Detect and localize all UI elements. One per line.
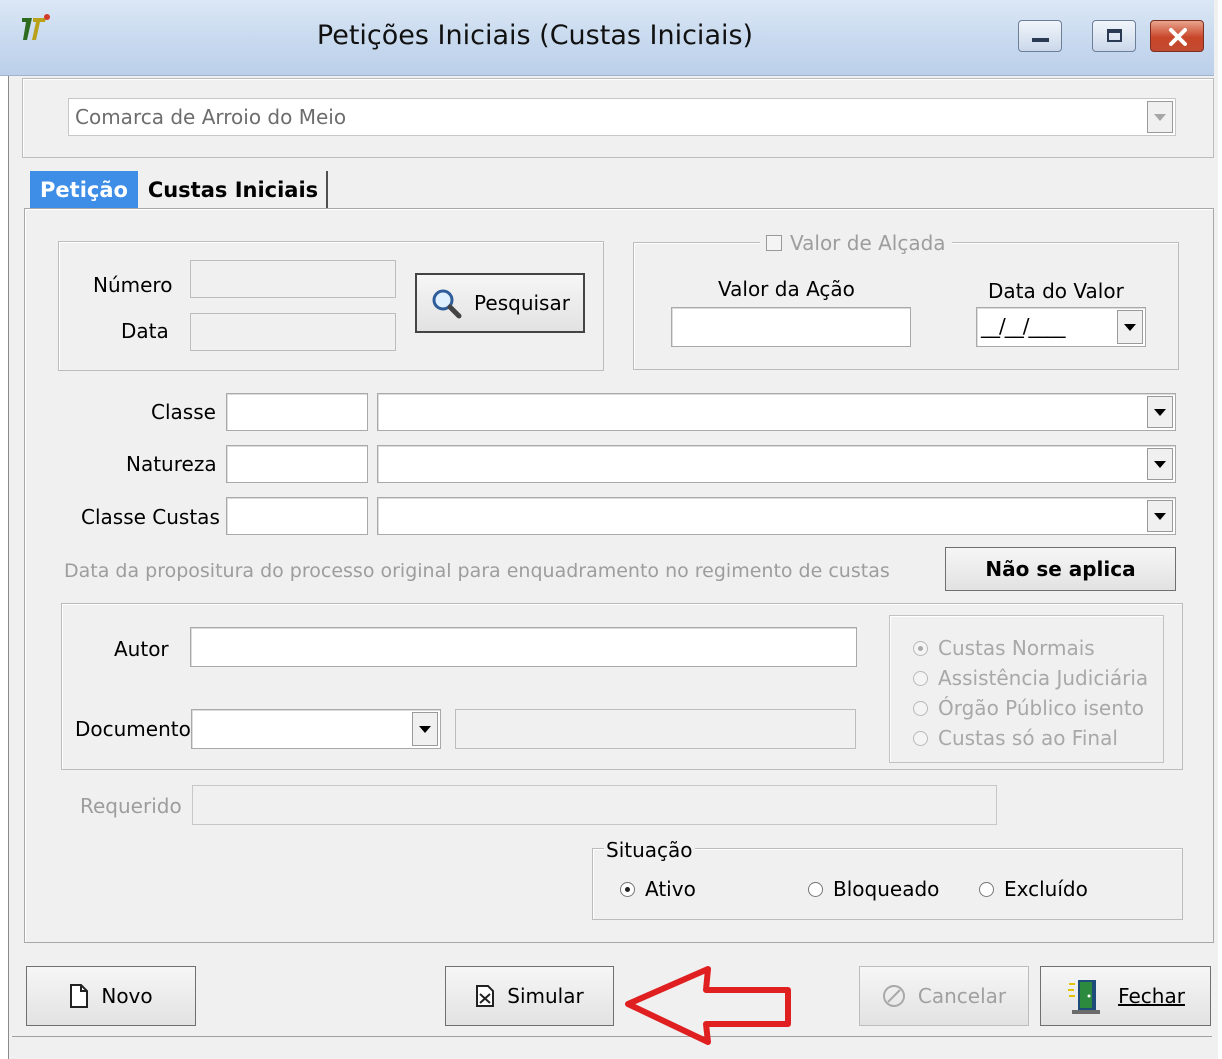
excluido-radio[interactable]: Excluído: [979, 877, 1088, 901]
natureza-label: Natureza: [126, 452, 217, 476]
tab-custas-iniciais[interactable]: Custas Iniciais: [140, 171, 328, 209]
custas-normais-label: Custas Normais: [938, 636, 1095, 660]
valor-alcada-label: Valor de Alçada: [790, 231, 946, 255]
magnifier-icon: [432, 289, 462, 319]
title-bar: Petições Iniciais (Custas Iniciais): [0, 0, 1214, 76]
documento-number-field[interactable]: [455, 709, 856, 749]
classe-dropdown-button[interactable]: [1147, 396, 1173, 428]
bloqueado-radio-dot: [808, 881, 823, 897]
exit-door-icon: [1068, 980, 1101, 1014]
orgao-publico-label: Órgão Público isento: [938, 696, 1144, 720]
data-field[interactable]: [190, 313, 396, 351]
documento-dropdown-button[interactable]: [412, 712, 438, 746]
maximize-button[interactable]: [1092, 20, 1136, 52]
documento-label: Documento: [75, 717, 191, 741]
ativo-radio[interactable]: Ativo: [620, 877, 696, 901]
comarca-select[interactable]: Comarca de Arroio do Meio: [68, 98, 1176, 136]
simulate-icon: [476, 985, 495, 1007]
data-valor-dropdown-button[interactable]: [1117, 310, 1143, 344]
propositura-text: Data da propositura do processo original…: [64, 560, 890, 582]
data-label: Data: [121, 319, 169, 343]
documento-select[interactable]: [191, 709, 441, 749]
situacao-label: Situação: [604, 838, 695, 862]
nao-se-aplica-button[interactable]: Não se aplica: [945, 547, 1176, 591]
classe-select[interactable]: [377, 393, 1176, 431]
close-button[interactable]: [1150, 20, 1204, 52]
data-valor-label: Data do Valor: [988, 279, 1124, 303]
natureza-code-input[interactable]: [226, 445, 368, 483]
custas-normais-radio[interactable]: Custas Normais: [913, 636, 1095, 660]
novo-button[interactable]: Novo: [26, 966, 196, 1026]
assistencia-judiciaria-label: Assistência Judiciária: [938, 666, 1149, 690]
bloqueado-radio[interactable]: Bloqueado: [808, 877, 939, 901]
assistencia-judiciaria-radio-dot: [913, 670, 928, 686]
data-valor-value: __/__/____: [981, 314, 1065, 338]
autor-input[interactable]: [190, 627, 857, 667]
tab-peticao[interactable]: Petição: [30, 171, 138, 209]
simular-label: Simular: [507, 984, 584, 1008]
excluido-radio-dot: [979, 881, 994, 897]
classe-code-input[interactable]: [226, 393, 368, 431]
fechar-label: Fechar: [1118, 984, 1185, 1008]
close-icon: [1169, 28, 1187, 46]
valor-acao-label: Valor da Ação: [718, 277, 855, 301]
custas-ao-final-radio[interactable]: Custas só ao Final: [913, 726, 1118, 750]
fechar-button[interactable]: Fechar: [1040, 966, 1211, 1026]
natureza-select[interactable]: [377, 445, 1176, 483]
custas-normais-radio-dot: [913, 640, 928, 656]
valor-alcada-checkbox-box[interactable]: [766, 235, 782, 251]
simular-button[interactable]: Simular: [445, 966, 614, 1026]
comarca-value: Comarca de Arroio do Meio: [75, 105, 347, 129]
annotation-arrow-icon: [625, 966, 791, 1045]
status-bar: [12, 1036, 1212, 1059]
ativo-label: Ativo: [645, 877, 696, 901]
ativo-radio-dot: [620, 881, 635, 897]
new-document-icon: [70, 984, 89, 1008]
numero-label: Número: [93, 273, 173, 297]
requerido-input[interactable]: [192, 785, 997, 825]
cancel-icon: [882, 985, 905, 1007]
natureza-dropdown-button[interactable]: [1147, 448, 1173, 480]
classe-label: Classe: [151, 400, 216, 424]
window-title: Petições Iniciais (Custas Iniciais): [316, 20, 754, 51]
comarca-dropdown-button[interactable]: [1147, 101, 1173, 133]
valor-acao-input[interactable]: [671, 307, 911, 347]
numero-field[interactable]: [190, 260, 396, 298]
orgao-publico-radio[interactable]: Órgão Público isento: [913, 696, 1144, 720]
classe-custas-dropdown-button[interactable]: [1147, 500, 1173, 532]
requerido-label: Requerido: [80, 794, 182, 818]
classe-custas-select[interactable]: [377, 497, 1176, 535]
custas-ao-final-radio-dot: [913, 730, 928, 746]
valor-alcada-group: [633, 242, 1179, 370]
assistencia-judiciaria-radio[interactable]: Assistência Judiciária: [913, 666, 1148, 690]
data-valor-picker[interactable]: __/__/____: [976, 307, 1146, 347]
bloqueado-label: Bloqueado: [833, 877, 940, 901]
excluido-label: Excluído: [1004, 877, 1088, 901]
classe-custas-label: Classe Custas: [81, 505, 220, 529]
cancelar-button[interactable]: Cancelar: [859, 966, 1029, 1026]
minimize-button[interactable]: [1018, 20, 1062, 52]
novo-label: Novo: [101, 984, 153, 1008]
classe-custas-code-input[interactable]: [226, 497, 368, 535]
autor-label: Autor: [114, 637, 169, 661]
custas-ao-final-label: Custas só ao Final: [938, 726, 1118, 750]
pesquisar-label: Pesquisar: [474, 291, 570, 315]
orgao-publico-radio-dot: [913, 700, 928, 716]
valor-alcada-checkbox[interactable]: Valor de Alçada: [760, 230, 952, 256]
cancelar-label: Cancelar: [917, 984, 1007, 1008]
pesquisar-button[interactable]: Pesquisar: [415, 273, 585, 333]
